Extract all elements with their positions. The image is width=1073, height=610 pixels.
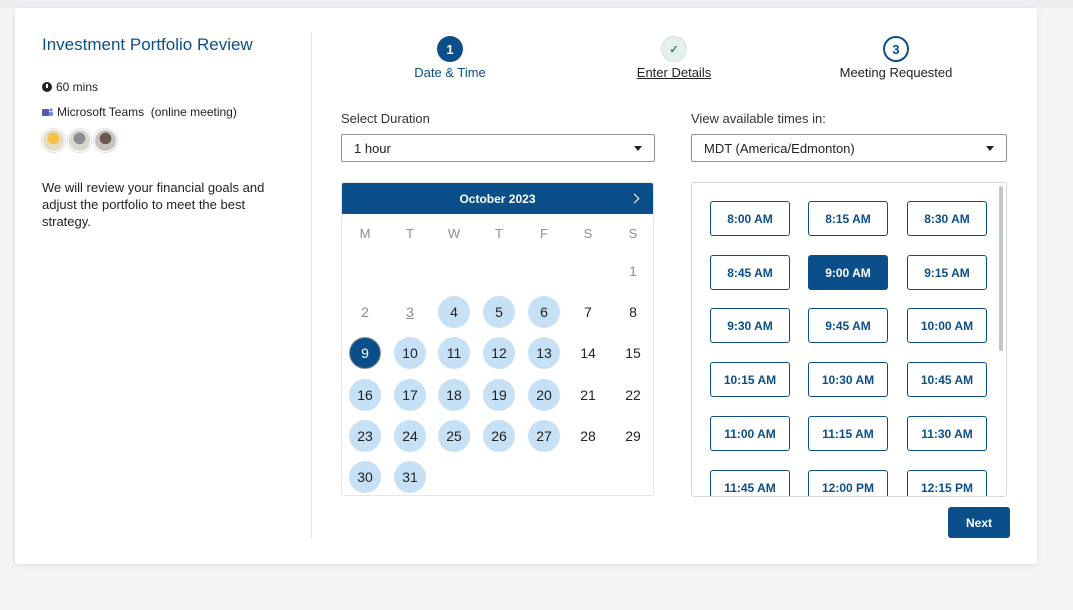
caret-down-icon — [986, 145, 994, 151]
event-location-text: Microsoft Teams (online meeting) — [57, 105, 237, 119]
scrollbar-thumb[interactable] — [999, 186, 1003, 351]
caret-down-icon — [634, 145, 642, 151]
weekday-label: T — [495, 226, 503, 241]
calendar-day[interactable]: 26 — [483, 420, 515, 452]
time-slot[interactable]: 11:45 AM — [710, 470, 790, 496]
step-label: Meeting Requested — [839, 65, 953, 80]
time-slot[interactable]: 8:45 AM — [710, 255, 790, 290]
avatar — [68, 129, 91, 152]
calendar-day[interactable]: 13 — [528, 337, 560, 369]
step-label: Date & Time — [414, 65, 486, 80]
calendar-day[interactable]: 31 — [394, 461, 426, 493]
time-slot[interactable]: 10:45 AM — [907, 362, 987, 397]
scheduler-card: Investment Portfolio Review 60 mins Micr… — [15, 8, 1037, 564]
time-slot[interactable]: 12:00 PM — [808, 470, 888, 496]
duration-select[interactable]: 1 hour — [341, 134, 655, 162]
time-slot[interactable]: 11:15 AM — [808, 416, 888, 451]
calendar-day: 8 — [629, 304, 637, 320]
time-slot[interactable]: 10:00 AM — [907, 308, 987, 343]
scrollbar[interactable] — [999, 186, 1003, 491]
step-number: 3 — [883, 36, 909, 62]
calendar-day[interactable]: 6 — [528, 296, 560, 328]
calendar-day[interactable]: 11 — [438, 337, 470, 369]
avatar — [42, 129, 65, 152]
calendar: October 2023 MTWTFSS 1 2 3 4 5 6 7 8 9 10 11 12 13 14… — [341, 182, 654, 496]
calendar-day: 21 — [580, 387, 596, 403]
step-date-time: 1 Date & Time — [400, 36, 500, 80]
calendar-day[interactable]: 17 — [394, 379, 426, 411]
weekday-label: S — [628, 226, 638, 241]
calendar-day[interactable]: 24 — [394, 420, 426, 452]
microsoft-teams-icon — [42, 108, 53, 116]
time-slot[interactable]: 10:30 AM — [808, 362, 888, 397]
calendar-day[interactable]: 19 — [483, 379, 515, 411]
calendar-day[interactable]: 30 — [349, 461, 381, 493]
time-slot[interactable]: 9:45 AM — [808, 308, 888, 343]
panel-divider — [311, 32, 312, 538]
time-slot[interactable]: 9:15 AM — [907, 255, 987, 290]
step-enter-details[interactable]: ✓ Enter Details — [622, 36, 726, 80]
weekday-label: T — [406, 226, 414, 241]
step-meeting-requested: 3 Meeting Requested — [831, 36, 961, 80]
next-button[interactable]: Next — [948, 507, 1010, 538]
event-duration: 60 mins — [42, 80, 98, 94]
weekday-label: F — [540, 226, 548, 241]
calendar-day: 28 — [580, 428, 596, 444]
calendar-day[interactable]: 5 — [483, 296, 515, 328]
time-slot[interactable]: 8:15 AM — [808, 201, 888, 236]
duration-value: 1 hour — [354, 140, 391, 156]
calendar-day[interactable]: 27 — [528, 420, 560, 452]
check-icon: ✓ — [661, 36, 687, 62]
step-number: 1 — [437, 36, 463, 62]
time-slot[interactable]: 9:30 AM — [710, 308, 790, 343]
calendar-day[interactable]: 12 — [483, 337, 515, 369]
calendar-day-selected[interactable]: 9 — [349, 337, 381, 369]
calendar-day[interactable]: 18 — [438, 379, 470, 411]
calendar-day: 2 — [361, 304, 369, 320]
time-slots-panel: 8:00 AM 8:15 AM 8:30 AM 8:45 AM 9:00 AM 9:15 … — [691, 182, 1007, 497]
avatar — [94, 129, 117, 152]
calendar-day: 14 — [580, 345, 596, 361]
calendar-day[interactable]: 20 — [528, 379, 560, 411]
calendar-day: 7 — [584, 304, 592, 320]
calendar-day: 29 — [625, 428, 641, 444]
timezone-select[interactable]: MDT (America/Edmonton) — [691, 134, 1007, 162]
host-avatars — [42, 129, 117, 152]
calendar-day[interactable]: 4 — [438, 296, 470, 328]
weekday-label: M — [359, 226, 371, 241]
timezone-value: MDT (America/Edmonton) — [704, 140, 855, 156]
weekday-row: MTWTFSS — [342, 226, 653, 241]
calendar-day[interactable]: 25 — [438, 420, 470, 452]
weekday-label: S — [583, 226, 593, 241]
calendar-month: October 2023 — [459, 191, 536, 206]
step-label[interactable]: Enter Details — [622, 65, 726, 80]
duration-label: Select Duration — [341, 111, 430, 126]
time-slot[interactable]: 8:00 AM — [710, 201, 790, 236]
event-duration-text: 60 mins — [56, 80, 99, 94]
calendar-day[interactable]: 16 — [349, 379, 381, 411]
event-description: We will review your financial goals and … — [42, 180, 265, 229]
calendar-day[interactable]: 23 — [349, 420, 381, 452]
time-slot-selected[interactable]: 9:00 AM — [808, 255, 888, 290]
event-location: Microsoft Teams (online meeting) — [42, 105, 237, 119]
time-slot[interactable]: 10:15 AM — [710, 362, 790, 397]
chevron-right-icon[interactable] — [629, 191, 643, 205]
top-band — [0, 0, 1073, 8]
time-slot[interactable]: 11:00 AM — [710, 416, 790, 451]
timezone-label: View available times in: — [691, 111, 826, 126]
calendar-header: October 2023 — [342, 183, 653, 214]
clock-icon — [42, 82, 52, 92]
time-slot[interactable]: 11:30 AM — [907, 416, 987, 451]
time-slot[interactable]: 8:30 AM — [907, 201, 987, 236]
calendar-day: 1 — [629, 263, 637, 279]
weekday-label: W — [447, 226, 461, 241]
calendar-day: 15 — [625, 345, 641, 361]
calendar-day[interactable]: 10 — [394, 337, 426, 369]
time-slot[interactable]: 12:15 PM — [907, 470, 987, 496]
event-title: Investment Portfolio Review — [42, 35, 253, 54]
calendar-day: 3 — [406, 304, 414, 320]
calendar-day: 22 — [625, 387, 641, 403]
